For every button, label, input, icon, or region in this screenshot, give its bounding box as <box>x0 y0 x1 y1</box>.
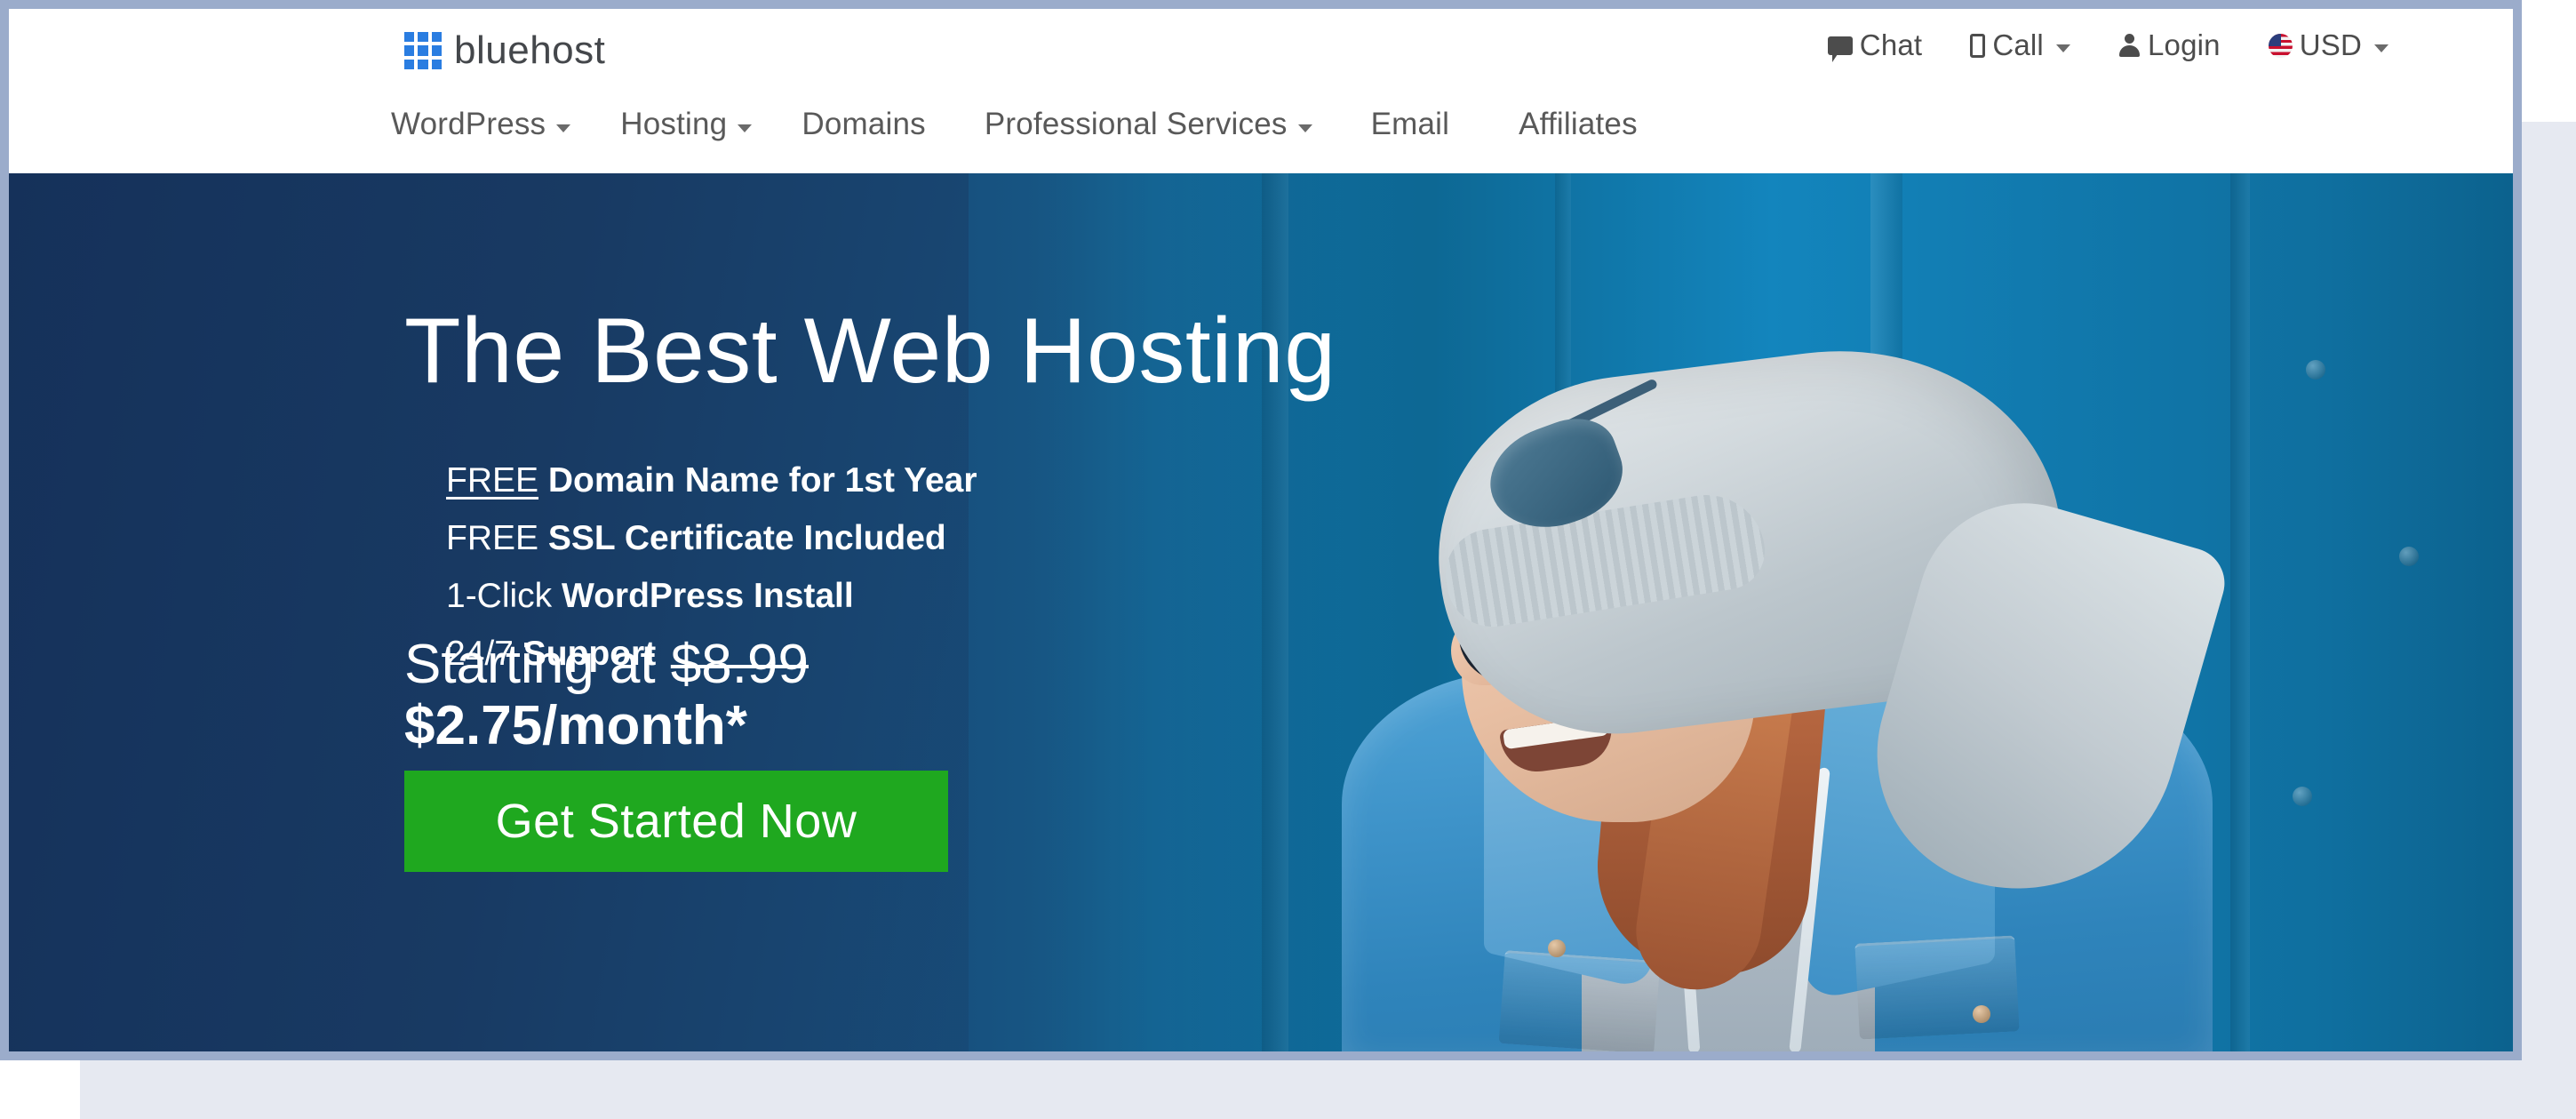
bottom-left-white-area <box>0 1060 80 1119</box>
chevron-down-icon <box>556 124 571 132</box>
chat-bubble-icon <box>1827 36 1853 62</box>
bottom-background-panel <box>80 1060 2576 1119</box>
person-icon <box>2118 33 2141 58</box>
window-frame-bottom <box>0 1051 2522 1060</box>
price-original-line: Starting at $8.99 <box>404 634 809 695</box>
nav-item-domains[interactable]: Domains <box>802 107 926 142</box>
hero-feature-item: 1-Click WordPress Install <box>446 579 977 613</box>
hero-feature-item: FREE SSL Certificate Included <box>446 521 977 556</box>
nav-item-professional-services[interactable]: Professional Services <box>985 107 1312 142</box>
utility-item-currency-label: USD <box>2299 28 2362 61</box>
door-bolt <box>2399 547 2419 566</box>
utility-item-currency[interactable]: USD <box>2268 28 2389 62</box>
nav-item-domains-label: Domains <box>802 107 926 141</box>
web-page: bluehost Chat Call Login USD WordPress H… <box>9 9 2513 1051</box>
bluehost-logo[interactable]: bluehost <box>404 28 605 73</box>
hero-feature-lead: FREE <box>446 461 539 500</box>
chevron-down-icon <box>1297 124 1312 132</box>
jacket-button <box>1973 1005 1990 1023</box>
hero-feature-lead: FREE <box>446 519 539 557</box>
phone-icon <box>1970 33 1986 58</box>
hero-banner: The Best Web Hosting FREE Domain Name fo… <box>9 173 2513 1051</box>
hero-feature-rest: SSL Certificate Included <box>538 519 946 557</box>
utility-item-call-label: Call <box>1992 28 2044 61</box>
price-original: $8.99 <box>670 634 809 695</box>
hero-copy: The Best Web Hosting FREE Domain Name fo… <box>391 173 1336 1051</box>
nav-item-email[interactable]: Email <box>1371 107 1450 142</box>
jacket-button <box>1548 939 1566 957</box>
price-current: $2.75/month* <box>404 695 747 757</box>
utility-item-login[interactable]: Login <box>2118 28 2221 62</box>
brand-name: bluehost <box>454 28 606 72</box>
woman-figure <box>1235 173 2301 1051</box>
utility-nav: Chat Call Login USD <box>1827 28 2389 62</box>
nav-item-hosting-label: Hosting <box>620 107 728 141</box>
window-frame-top <box>0 0 2522 9</box>
hero-feature-lead: 1-Click <box>446 577 553 615</box>
get-started-button[interactable]: Get Started Now <box>404 771 948 872</box>
utility-item-login-label: Login <box>2147 28 2221 61</box>
window-frame-right <box>2513 0 2522 1060</box>
site-header: bluehost Chat Call Login USD WordPress H… <box>9 9 2513 173</box>
price-prefix: Starting at <box>404 634 671 695</box>
chevron-down-icon <box>2374 44 2389 52</box>
nav-item-email-label: Email <box>1370 107 1450 141</box>
pricing-block: Starting at $8.99 $2.75/month* <box>404 634 809 757</box>
jacket-pocket <box>1498 950 1661 1051</box>
nav-item-wordpress[interactable]: WordPress <box>391 107 571 142</box>
chevron-down-icon <box>738 124 753 132</box>
nav-item-hosting[interactable]: Hosting <box>620 107 753 142</box>
window-frame-left <box>0 0 9 1060</box>
hero-feature-item: FREE Domain Name for 1st Year <box>446 463 977 498</box>
page-title: The Best Web Hosting <box>404 300 1336 403</box>
grid-squares-icon <box>404 32 442 69</box>
utility-item-chat-label: Chat <box>1859 28 1923 61</box>
right-background-panel <box>2522 122 2576 1119</box>
jacket-pocket <box>1854 935 2020 1040</box>
main-nav: WordPress Hosting Domains Professional S… <box>391 107 1638 142</box>
hero-feature-rest: Domain Name for 1st Year <box>538 461 977 500</box>
nav-item-affiliates-label: Affiliates <box>1519 107 1638 141</box>
nav-item-wordpress-label: WordPress <box>391 107 546 141</box>
screenshot-root: bluehost Chat Call Login USD WordPress H… <box>0 0 2576 1119</box>
chevron-down-icon <box>2055 44 2070 52</box>
door-bolt <box>2306 360 2325 380</box>
nav-item-professional-services-label: Professional Services <box>984 107 1288 141</box>
utility-item-chat[interactable]: Chat <box>1827 28 1923 62</box>
utility-item-call[interactable]: Call <box>1970 28 2070 62</box>
nav-item-affiliates[interactable]: Affiliates <box>1519 107 1638 142</box>
us-flag-icon <box>2268 33 2293 58</box>
hero-feature-rest: WordPress Install <box>552 577 854 615</box>
